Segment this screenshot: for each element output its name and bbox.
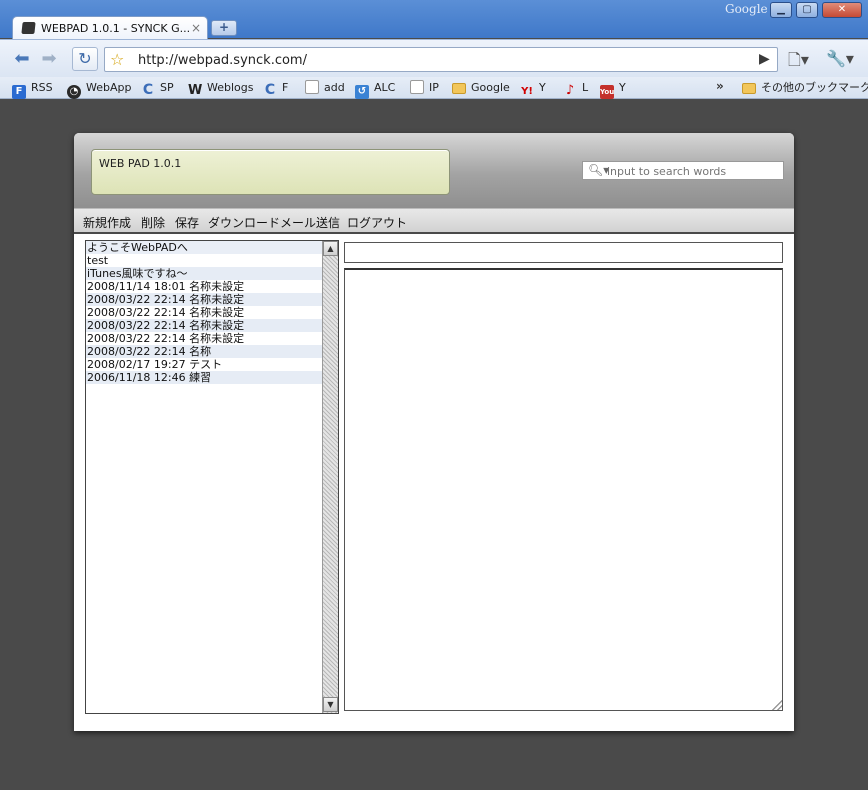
youtube-icon: You <box>600 85 614 99</box>
list-item[interactable]: 2006/11/18 12:46 練習 <box>86 371 322 384</box>
bookmark-f[interactable]: CF <box>263 80 288 98</box>
list-item[interactable]: 2008/03/22 22:14 名称未設定 <box>86 319 322 332</box>
menu-download[interactable]: ダウンロード <box>208 214 280 231</box>
webpad-app: WEB PAD 1.0.1 🔍︎▾ 新規作成 削除 保存 ダウンロード メール送… <box>74 133 794 731</box>
list-item[interactable]: iTunes風味ですね〜 <box>86 267 322 280</box>
bookmark-sp[interactable]: C SP <box>141 80 174 98</box>
folder-icon <box>452 83 466 94</box>
bookmark-l[interactable]: ♪ L <box>563 80 588 98</box>
list-item[interactable]: 2008/02/17 19:27 テスト <box>86 358 322 371</box>
bookmark-rss[interactable]: F RSS <box>12 80 53 99</box>
browser-titlebar: Google ▁ ▢ ✕ WEBPAD 1.0.1 - SYNCK G... ×… <box>0 0 868 40</box>
l-icon: ♪ <box>565 83 575 98</box>
bookmark-weblogs[interactable]: W Weblogs <box>188 80 253 98</box>
go-play-icon[interactable]: ▶ <box>759 51 770 67</box>
page-icon <box>410 80 424 94</box>
menu-save[interactable]: 保存 <box>175 214 199 231</box>
note-body-textarea[interactable] <box>344 268 783 711</box>
app-title-box: WEB PAD 1.0.1 <box>91 149 450 195</box>
yahoo-icon: Y! <box>521 86 533 97</box>
close-window-button[interactable]: ✕ <box>822 2 862 18</box>
webapp-icon: ◔ <box>67 85 81 99</box>
page-menu-icon[interactable]: 🗋▾ <box>788 49 809 76</box>
tab-close-icon[interactable]: × <box>191 21 201 35</box>
bookmark-star-icon[interactable]: ☆ <box>110 50 124 69</box>
menu-logout[interactable]: ログアウト <box>347 214 407 231</box>
menu-delete[interactable]: 削除 <box>141 214 165 231</box>
search-input[interactable] <box>607 164 779 178</box>
folder-icon <box>742 83 756 94</box>
list-item[interactable]: 2008/03/22 22:14 名称未設定 <box>86 306 322 319</box>
note-list-scrollbar[interactable]: ▲ ▼ <box>322 241 338 713</box>
bookmark-yahoo[interactable]: Y! Y <box>520 80 546 97</box>
rss-feed-icon: F <box>12 85 26 99</box>
refresh-c-icon: C <box>142 82 154 98</box>
note-list[interactable]: ようこそWebPADへ test iTunes風味ですね〜 2008/11/14… <box>85 240 339 714</box>
address-url[interactable]: http://webpad.synck.com/ <box>138 53 307 68</box>
wrench-menu-icon[interactable]: 🔧▾ <box>826 49 854 68</box>
scroll-down-arrow-icon[interactable]: ▼ <box>323 697 338 712</box>
list-item[interactable]: 2008/03/22 22:14 名称未設定 <box>86 293 322 306</box>
menu-send-mail[interactable]: メール送信 <box>280 214 340 231</box>
bookmark-alc[interactable]: ↺ ALC <box>355 80 395 99</box>
app-title: WEB PAD 1.0.1 <box>99 157 182 170</box>
webpad-favicon-icon <box>21 22 36 34</box>
address-bar[interactable]: ☆ http://webpad.synck.com/ ▶ <box>104 47 778 72</box>
resize-grip-icon[interactable] <box>772 700 782 710</box>
list-item[interactable]: 2008/03/22 22:14 名称未設定 <box>86 332 322 345</box>
app-menubar: 新規作成 削除 保存 ダウンロード メール送信 ログアウト <box>74 208 794 234</box>
bookmark-google-folder[interactable]: Google <box>452 80 510 96</box>
bookmark-ip[interactable]: IP <box>410 80 439 96</box>
bookmark-webapp[interactable]: ◔ WebApp <box>67 80 131 99</box>
scroll-up-arrow-icon[interactable]: ▲ <box>323 241 338 256</box>
bookmark-youtube[interactable]: You Y <box>600 80 626 99</box>
refresh-c-icon: C <box>264 82 276 98</box>
maximize-button[interactable]: ▢ <box>796 2 818 18</box>
menu-new[interactable]: 新規作成 <box>83 214 131 231</box>
more-bookmarks-chevron-icon[interactable]: » <box>716 79 724 93</box>
back-arrow-icon[interactable]: ⬅ <box>11 48 33 70</box>
alc-icon: ↺ <box>355 85 369 99</box>
list-item[interactable]: ようこそWebPADへ <box>86 241 322 254</box>
list-item[interactable]: 2008/11/14 18:01 名称未設定 <box>86 280 322 293</box>
browser-tab[interactable]: WEBPAD 1.0.1 - SYNCK G... × <box>12 16 208 40</box>
forward-arrow-icon[interactable]: ➡ <box>38 48 60 70</box>
app-header: WEB PAD 1.0.1 🔍︎▾ <box>74 133 794 208</box>
minimize-button[interactable]: ▁ <box>770 2 792 18</box>
bookmark-add[interactable]: add <box>305 80 345 96</box>
search-box[interactable]: 🔍︎▾ <box>582 161 784 180</box>
list-item[interactable]: test <box>86 254 322 267</box>
tab-title: WEBPAD 1.0.1 - SYNCK G... <box>41 22 191 35</box>
google-mark: Google <box>725 2 768 16</box>
new-tab-button[interactable]: + <box>211 20 237 36</box>
weblogs-w-icon: W <box>188 83 203 98</box>
page-icon <box>305 80 319 94</box>
list-item[interactable]: 2008/03/22 22:14 名称 <box>86 345 322 358</box>
other-bookmarks-folder[interactable]: その他のブックマーク <box>742 80 868 96</box>
reload-icon[interactable]: ↻ <box>72 47 98 71</box>
note-title-input[interactable] <box>344 242 783 263</box>
bookmarks-bar: F RSS ◔ WebApp C SP W Weblogs CF add ↺ ALC IP… <box>0 77 868 99</box>
browser-toolbar: ⬅ ➡ ↻ ☆ http://webpad.synck.com/ ▶ 🗋▾ 🔧▾ <box>0 39 868 77</box>
